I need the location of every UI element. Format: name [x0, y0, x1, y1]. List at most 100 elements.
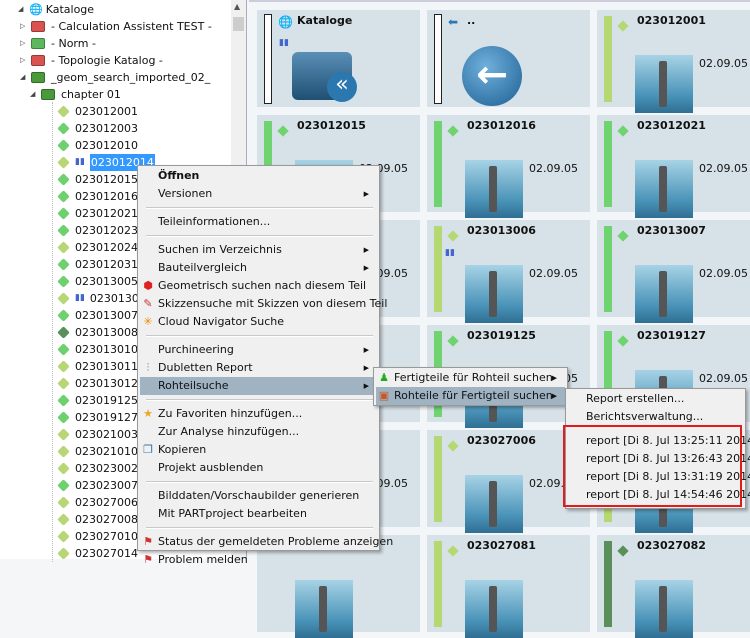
chart-badge-icon: ▮▮ [279, 38, 289, 48]
tree-part-item[interactable]: 023027006 [57, 494, 138, 511]
catalog-folder-icon [31, 72, 45, 83]
menu-item-label: Teileinformationen... [158, 215, 271, 228]
menu-item-mit-partproject-bearbeiten[interactable]: Mit PARTproject bearbeiten [140, 505, 377, 523]
tree-label: 023013011 [75, 360, 138, 373]
tree-root-kataloge[interactable]: ◢ 🌐 Kataloge [18, 1, 94, 18]
menu-item-status-der-gemeldeten-probleme-anzeigen[interactable]: ⚑ Status der gemeldeten Probleme anzeigen [140, 533, 393, 551]
menu-item-bilddaten-vorschaubilder-generieren[interactable]: Bilddaten/Vorschaubilder generieren [140, 487, 377, 505]
collapse-arrow-icon[interactable]: ◢ [30, 86, 38, 103]
collapse-arrow-icon[interactable]: ◢ [18, 1, 26, 18]
part-card[interactable]: 023013006 ▮▮ 02.09.05 [427, 220, 590, 323]
part-cube-icon [57, 462, 70, 475]
part-thumbnail [465, 580, 523, 638]
tree-part-item[interactable]: 023021003 [57, 426, 138, 443]
tree-part-item[interactable]: 023012024 [57, 239, 138, 256]
tree-part-item[interactable]: 023012021 [57, 205, 138, 222]
menu-item-label: Mit PARTproject bearbeiten [158, 507, 307, 520]
scroll-up-icon[interactable]: ▲ [234, 2, 240, 11]
menu-item-teileinformationen[interactable]: Teileinformationen... [140, 213, 377, 231]
tree-part-item[interactable]: 023012016 [57, 188, 138, 205]
tree-part-item[interactable]: 023012031 [57, 256, 138, 273]
tree-part-item[interactable]: 023023007 [57, 477, 138, 494]
menu-item-zu-favoriten-hinzuf-gen[interactable]: ★ Zu Favoriten hinzufügen... [140, 405, 377, 423]
menu-item-skizzensuche-mit-skizzen-von-diesem-teil[interactable]: ✎ Skizzensuche mit Skizzen von diesem Tei… [140, 295, 387, 313]
tree-catalog[interactable]: ▷ - Topologie Katalog - [20, 52, 163, 69]
card-date: 02.09.05 [529, 267, 578, 280]
part-thumbnail [465, 265, 523, 323]
part-cube-icon [57, 411, 70, 424]
menu-item-label: Problem melden [158, 553, 248, 566]
part-cube-icon [57, 360, 70, 373]
tree-label: 023012024 [75, 241, 138, 254]
part-cube-icon [447, 545, 459, 557]
part-card[interactable]: 023012016 02.09.05 [427, 115, 590, 218]
tree-part-item[interactable]: 023027008 [57, 511, 138, 528]
card-status-bar [434, 14, 442, 104]
menu-item-suchen-im-verzeichnis[interactable]: Suchen im Verzeichnis ▶ [140, 241, 377, 259]
menu-item-ffnen[interactable]: Öffnen [140, 167, 377, 185]
tree-chapter[interactable]: ◢ chapter 01 [30, 86, 121, 103]
part-card[interactable]: 023027082 [597, 535, 750, 638]
expand-arrow-icon[interactable]: ▷ [20, 52, 28, 69]
tree-part-item[interactable]: 023013008 [57, 324, 138, 341]
card-status-bar [434, 226, 442, 312]
part-render [659, 271, 667, 317]
tree-catalog[interactable]: ◢ _geom_search_imported_02_ [20, 69, 210, 86]
tree-part-item[interactable]: 023012010 [57, 137, 138, 154]
expand-arrow-icon[interactable]: ▷ [20, 35, 28, 52]
menu-item-bauteilvergleich[interactable]: Bauteilvergleich ▶ [140, 259, 377, 277]
part-card[interactable]: 023013007 02.09.05 [597, 220, 750, 323]
part-card[interactable]: 🌐 Kataloge « ▮▮ [257, 10, 420, 107]
part-cube-icon [57, 275, 70, 288]
submenu-arrow-icon: ▶ [363, 364, 369, 372]
tree-part-item[interactable]: 023019125 [57, 392, 138, 409]
tree-part-item[interactable]: 0230120231 [57, 222, 145, 239]
menu-item-cloud-navigator-suche[interactable]: ✳ Cloud Navigator Suche [140, 313, 377, 331]
tree-part-item[interactable]: 023012003 [57, 120, 138, 137]
tree-part-item[interactable]: 023023002 [57, 460, 138, 477]
scrollbar-thumb[interactable] [233, 17, 244, 31]
tree-part-item[interactable]: 023012001 [57, 103, 138, 120]
menu-item-kopieren[interactable]: ❐ Kopieren [140, 441, 377, 459]
tree-part-item[interactable]: 023013012 [57, 375, 138, 392]
collapse-arrow-icon[interactable]: ◢ [20, 69, 28, 86]
submenu-item-fertigteile-f-r-rohteil-suchen[interactable]: ♟ Fertigteile für Rohteil suchen ▶ [376, 369, 565, 387]
menu-item-projekt-ausblenden[interactable]: Projekt ausblenden [140, 459, 377, 477]
menu-item-geometrisch-suchen-nach-diesem-teil[interactable]: ⬢ Geometrisch suchen nach diesem Teil [140, 277, 377, 295]
tree-part-item[interactable]: 023021010 [57, 443, 138, 460]
tree-part-item[interactable]: 023013010 [57, 341, 138, 358]
tree-catalog[interactable]: ▷ - Norm - [20, 35, 96, 52]
menu-item-purchineering[interactable]: Purchineering ▶ [140, 341, 377, 359]
tree-label: Kataloge [45, 3, 95, 16]
part-card[interactable]: 023012001 02.09.05 [597, 10, 750, 113]
menu-item-label: Bilddaten/Vorschaubilder generieren [158, 489, 360, 502]
part-card[interactable]: ⬅.. ← [427, 10, 590, 107]
tree-part-item[interactable]: 023013007 [57, 307, 138, 324]
tree-part-item[interactable]: 023019127 [57, 409, 138, 426]
tree-part-item[interactable]: 023027010 [57, 528, 138, 545]
tree-part-item[interactable]: 023013011 [57, 358, 138, 375]
tree-label: - Topologie Katalog - [51, 54, 163, 67]
part-card[interactable]: 023012021 02.09.05 [597, 115, 750, 218]
menu-item-rohteilsuche[interactable]: Rohteilsuche ▶ [140, 377, 377, 395]
tree-catalog[interactable]: ▷ - Calculation Assistent TEST - [20, 18, 212, 35]
part-cube-icon [57, 445, 70, 458]
submenu-item-rohteile-f-r-fertigteil-suchen[interactable]: ▣ Rohteile für Fertigteil suchen ▶ [376, 387, 565, 405]
card-date: 02.09.05 [699, 162, 748, 175]
part-cube-icon [57, 173, 70, 186]
tree-part-item[interactable]: 023012015 [57, 171, 138, 188]
tree-part-item[interactable]: 023027014 [57, 545, 138, 562]
menu-item-dubletten-report[interactable]: ⫶ Dubletten Report ▶ [140, 359, 377, 377]
expand-arrow-icon[interactable]: ▷ [20, 18, 28, 35]
raw-part-icon: ▣ [378, 389, 390, 402]
menu-item-versionen[interactable]: Versionen ▶ [140, 185, 377, 203]
part-cube-icon [57, 496, 70, 509]
card-status-bar [604, 541, 612, 627]
menu-item-zur-analyse-hinzuf-gen[interactable]: Zur Analyse hinzufügen... [140, 423, 377, 441]
report-action-item[interactable]: Report erstellen... [568, 390, 743, 408]
report-action-item[interactable]: Berichtsverwaltung... [568, 408, 743, 426]
part-cube-icon [57, 343, 70, 356]
part-card[interactable]: 023027081 [427, 535, 590, 638]
tree-part-item[interactable]: 023013005 [57, 273, 138, 290]
menu-item-problem-melden[interactable]: ⚑ Problem melden [140, 551, 377, 569]
